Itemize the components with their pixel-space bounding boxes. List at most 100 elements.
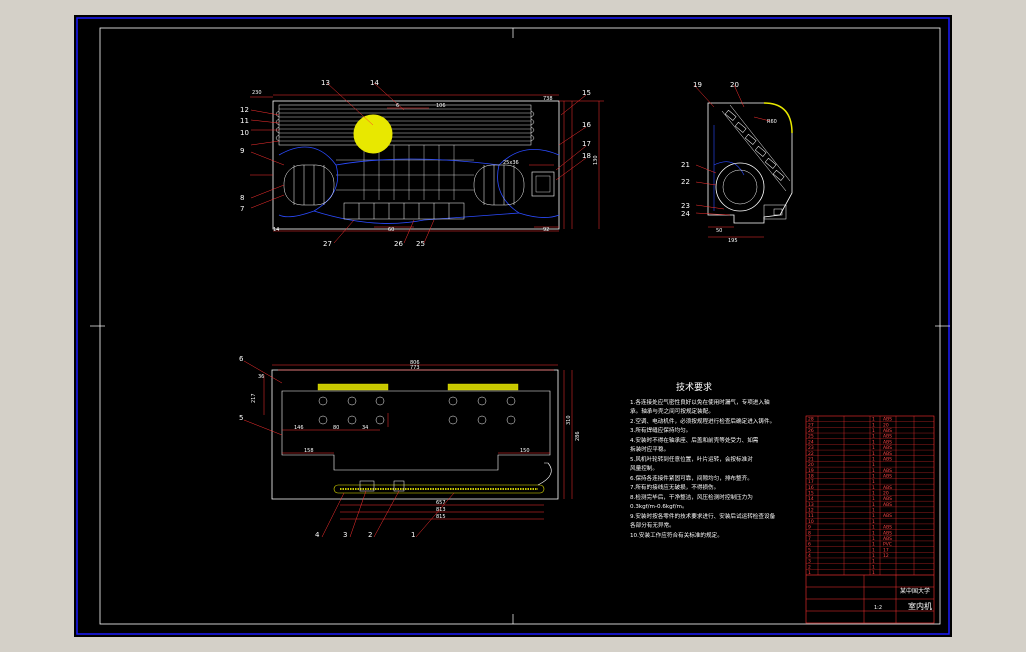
parts-cell: 24	[808, 439, 814, 445]
parts-cell: 20	[883, 422, 889, 428]
parts-cell: 7	[808, 536, 811, 542]
parts-cell: 1	[872, 462, 875, 468]
parts-cell: 14	[808, 496, 814, 502]
drawing-scale: 1:2	[874, 605, 882, 611]
parts-cell: 1	[872, 536, 875, 542]
callout-17: 17	[582, 140, 591, 148]
parts-cell: 1	[872, 468, 875, 474]
callout-16: 16	[582, 121, 591, 129]
parts-cell: 28	[808, 417, 814, 423]
drawing-viewport[interactable]: 13 14 15 16 17 18 12 11 10 9 8 7 27 26 2…	[74, 15, 952, 637]
dim-813: 813	[436, 507, 446, 513]
callout-27: 27	[323, 240, 332, 248]
callout-26: 26	[394, 240, 403, 248]
callout-15: 15	[582, 89, 591, 97]
dim-230: 230	[252, 90, 262, 96]
parts-cell: 1	[872, 445, 875, 451]
callout-7: 7	[240, 205, 244, 213]
parts-cell: 1	[872, 502, 875, 508]
parts-cell: 27	[808, 422, 814, 428]
parts-cell: 1	[872, 570, 875, 576]
callout-18: 18	[582, 152, 591, 160]
dim-815: 815	[436, 514, 446, 520]
center-marks	[90, 28, 950, 624]
parts-cell: 1	[872, 491, 875, 497]
parts-cell: 1	[872, 519, 875, 525]
callout-6: 6	[239, 355, 244, 363]
callout-3: 3	[343, 531, 347, 539]
callout-24: 24	[681, 210, 690, 218]
parts-cell: 11	[808, 513, 814, 519]
parts-cell: 25	[808, 434, 814, 440]
parts-cell: ABS	[883, 485, 892, 491]
fan-disc	[353, 114, 393, 154]
parts-cell: 17	[808, 479, 814, 485]
parts-cell: 1	[872, 439, 875, 445]
parts-cell: ABS	[883, 456, 892, 462]
top-view[interactable]	[250, 82, 604, 244]
parts-cell: ABS	[883, 451, 892, 457]
requirement-line: 4.安装时不得在轴承座、后盖和前壳等处受力、如需	[630, 436, 759, 444]
callout-1: 1	[411, 531, 415, 539]
parts-cell: ABS	[883, 428, 892, 434]
parts-cell: 17	[883, 547, 889, 553]
parts-cell: ABS	[883, 530, 892, 536]
drawing-name: 室内机	[908, 601, 932, 611]
parts-cell: 1	[872, 434, 875, 440]
callout-19: 19	[693, 81, 702, 89]
requirement-line: 各部分有无异常。	[630, 521, 675, 529]
parts-cell: 19	[808, 468, 814, 474]
parts-cell: ABS	[883, 536, 892, 542]
parts-cell: 1	[872, 473, 875, 479]
requirement-line: 10.安装工作应符合有关标准的规定。	[630, 531, 723, 539]
dim-6: 6	[396, 103, 399, 109]
parts-cell: PVC	[883, 542, 892, 548]
requirement-line: 2.空调、电动机件，必须按规程进行检查后确定进入铸件。	[630, 417, 775, 425]
requirements-title: 技术要求	[676, 381, 712, 393]
title-block[interactable]: 某中国大学 室内机 1:2 28 1 ABS27 1 2026 1 ABS25 1 ABS24 1…	[805, 415, 935, 624]
parts-cell: 6	[808, 542, 811, 548]
dim-217: 217	[251, 393, 257, 403]
dim-106: 106	[436, 103, 446, 109]
callout-5: 5	[239, 414, 243, 422]
parts-cell: 1	[872, 508, 875, 514]
parts-cell: 1	[872, 559, 875, 565]
dim-158: 158	[304, 448, 314, 454]
callout-13: 13	[321, 79, 330, 87]
parts-cell: 1	[872, 513, 875, 519]
requirement-line: 承。轴承与壳之间可按规定装配。	[630, 407, 714, 415]
parts-cell: 15	[808, 491, 814, 497]
inner-frame	[99, 27, 941, 625]
parts-cell: 9	[808, 525, 811, 531]
callout-9: 9	[240, 147, 244, 155]
parts-cell: 1	[872, 530, 875, 536]
parts-cell: ABS	[883, 473, 892, 479]
parts-cell: 26	[808, 428, 814, 434]
callout-20: 20	[730, 81, 739, 89]
callout-14: 14	[370, 79, 379, 87]
parts-cell: ABS	[883, 445, 892, 451]
requirement-line: 5.风机叶轮转到任意位置，叶片运转，会按标准对	[630, 455, 753, 463]
parts-cell: ABS	[883, 417, 892, 423]
dim-146: 146	[294, 425, 304, 431]
parts-cell: 8	[808, 530, 811, 536]
parts-cell: 1	[872, 542, 875, 548]
parts-cell: 4	[808, 553, 811, 559]
callout-2: 2	[368, 531, 372, 539]
parts-cell: 1	[872, 451, 875, 457]
parts-cell: ABS	[883, 468, 892, 474]
parts-cell: 21	[808, 456, 814, 462]
parts-cell: 20	[883, 491, 889, 497]
dim-80: 80	[333, 425, 339, 431]
parts-cell: 1	[872, 564, 875, 570]
dim-92: 92	[543, 227, 549, 233]
parts-cell: 12	[883, 553, 889, 559]
parts-cell: 20	[808, 462, 814, 468]
side-view[interactable]	[693, 84, 793, 238]
callout-23: 23	[681, 202, 690, 210]
parts-cell: 16	[808, 485, 814, 491]
parts-cell: 1	[872, 456, 875, 462]
parts-cell: ABS	[883, 513, 892, 519]
callout-8: 8	[240, 194, 244, 202]
parts-cell: 1	[872, 525, 875, 531]
